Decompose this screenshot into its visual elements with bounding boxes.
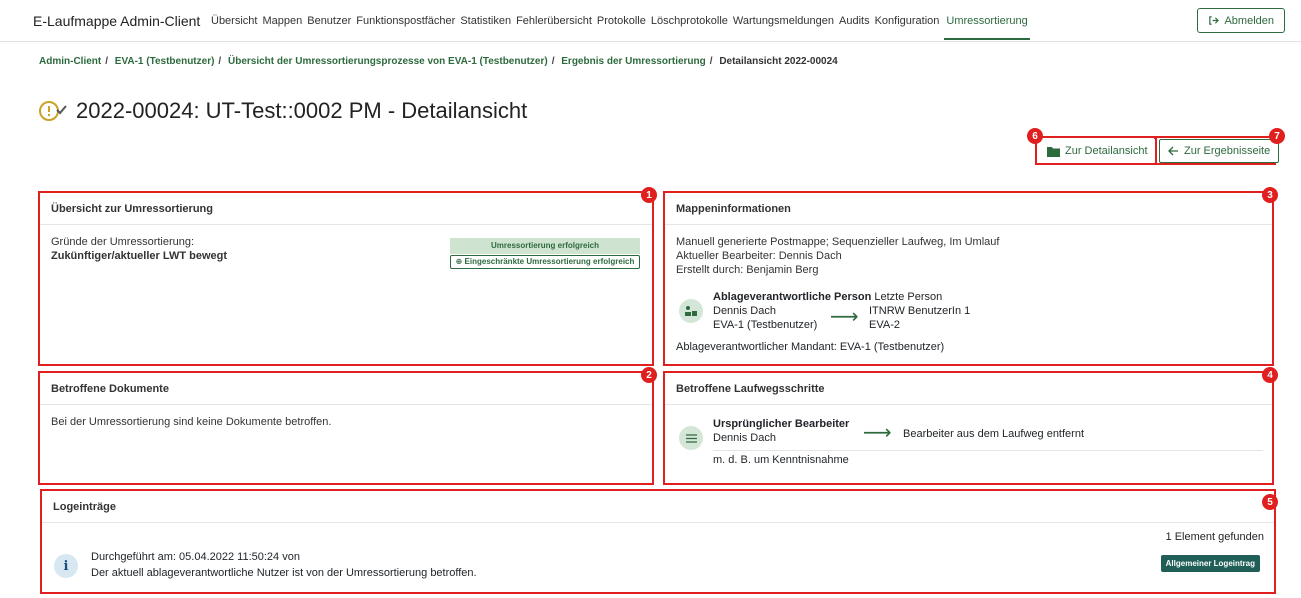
folder-icon	[1047, 146, 1060, 157]
nav-konfiguration[interactable]: Konfiguration	[875, 15, 940, 40]
clock-check-icon	[39, 101, 67, 121]
highlight-box-4	[663, 371, 1274, 485]
nav-mappen[interactable]: Mappen	[262, 15, 302, 40]
breadcrumb-current: Detailansicht 2022-00024	[719, 56, 838, 67]
breadcrumb: Admin-Client / EVA-1 (Testbenutzer) / Über…	[39, 56, 838, 67]
breadcrumb-item[interactable]: EVA-1 (Testbenutzer)	[115, 56, 215, 67]
nav-fehleruebersicht[interactable]: Fehlerübersicht	[516, 15, 592, 40]
nav-protokolle[interactable]: Protokolle	[597, 15, 646, 40]
detail-view-label: Zur Detailansicht	[1065, 145, 1148, 157]
breadcrumb-item[interactable]: Ergebnis der Umressortierung	[561, 56, 705, 67]
nav-wartungsmeldungen[interactable]: Wartungsmeldungen	[733, 15, 834, 40]
results-page-button[interactable]: Zur Ergebnisseite	[1159, 139, 1280, 163]
marker-badge: 3	[1262, 187, 1278, 203]
breadcrumb-item[interactable]: Admin-Client	[39, 56, 101, 67]
results-page-label: Zur Ergebnisseite	[1184, 145, 1271, 157]
main-nav: Übersicht Mappen Benutzer Funktionspostf…	[211, 15, 1035, 40]
top-navbar: E-Laufmappe Admin-Client Übersicht Mappe…	[0, 0, 1301, 42]
marker-badge: 7	[1269, 128, 1285, 144]
nav-audits[interactable]: Audits	[839, 15, 870, 40]
arrow-left-icon	[1168, 146, 1178, 156]
highlight-box-3	[663, 191, 1274, 366]
breadcrumb-item[interactable]: Übersicht der Umressortierungsprozesse v…	[228, 56, 548, 67]
page-title-row: 2022-00024: UT-Test::0002 PM - Detailans…	[38, 98, 527, 124]
highlight-box-5	[40, 489, 1276, 594]
marker-badge: 2	[641, 367, 657, 383]
marker-badge: 1	[641, 187, 657, 203]
logout-label: Abmelden	[1224, 14, 1274, 27]
nav-statistiken[interactable]: Statistiken	[460, 15, 511, 40]
nav-funktionspostfaecher[interactable]: Funktionspostfächer	[356, 15, 455, 40]
nav-loeschprotokolle[interactable]: Löschprotokolle	[651, 15, 728, 40]
highlight-box-2	[38, 371, 654, 485]
logout-button[interactable]: Abmelden	[1197, 8, 1285, 33]
nav-benutzer[interactable]: Benutzer	[307, 15, 351, 40]
nav-uebersicht[interactable]: Übersicht	[211, 15, 257, 40]
logout-icon	[1209, 16, 1220, 25]
detail-view-button[interactable]: Zur Detailansicht	[1039, 139, 1156, 163]
app-brand[interactable]: E-Laufmappe Admin-Client	[33, 13, 200, 29]
marker-badge: 6	[1027, 128, 1043, 144]
highlight-box-1	[38, 191, 654, 366]
page-title: 2022-00024: UT-Test::0002 PM - Detailans…	[76, 98, 528, 123]
nav-umressortierung[interactable]: Umressortierung	[944, 15, 1030, 40]
marker-badge: 4	[1262, 367, 1278, 383]
marker-badge: 5	[1262, 494, 1278, 510]
